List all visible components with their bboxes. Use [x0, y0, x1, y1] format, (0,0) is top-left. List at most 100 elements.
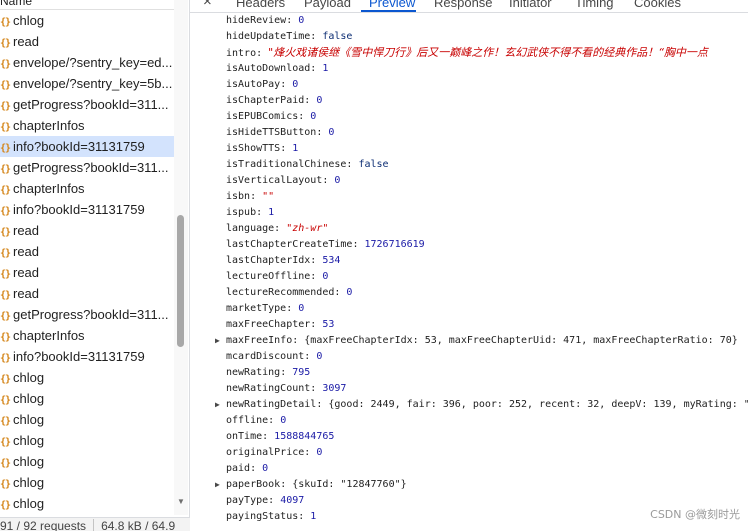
property-row-onTime: onTime: 1588844765 [190, 429, 748, 445]
request-row[interactable]: {} chapterInfos [0, 115, 174, 136]
request-row[interactable]: {} chapterInfos [0, 178, 174, 199]
request-row[interactable]: {} read [0, 283, 174, 304]
request-row[interactable]: {} getProgress?bookId=311... [0, 94, 174, 115]
property-value: "烽火戏诸侯继《雪中悍刀行》后又一巅峰之作！玄幻武侠不得不看的经典作品！“胸中一… [268, 46, 708, 59]
request-row[interactable]: {} getProgress?bookId=311... [0, 304, 174, 325]
request-row[interactable]: {} chlog [0, 409, 174, 430]
tab-preview[interactable]: Preview [369, 0, 415, 10]
key-value-separator: : [256, 48, 269, 59]
property-row-offline: offline: 0 [190, 413, 748, 429]
property-key: ispub [226, 207, 257, 218]
request-name: envelope/?sentry_key=ed... [13, 55, 173, 70]
property-row-paperBook[interactable]: ▶ paperBook: {skuId: "12847760"} [190, 477, 748, 493]
request-row[interactable]: {} envelope/?sentry_key=5b... [0, 73, 174, 94]
key-value-separator: : [316, 127, 329, 138]
close-icon[interactable]: × [203, 0, 212, 10]
property-row-language: language: "zh-wr" [190, 221, 748, 237]
property-key: hideUpdateTime [226, 31, 311, 42]
json-brace-icon: {} [0, 17, 11, 28]
request-row[interactable]: {} read [0, 241, 174, 262]
property-key: isShowTTS [226, 143, 281, 154]
request-list-scrollbar[interactable]: ▼ [174, 0, 188, 515]
request-row[interactable]: {} read [0, 262, 174, 283]
property-value: 0 [316, 95, 323, 106]
request-row[interactable]: {} info?bookId=31131759 [0, 199, 174, 220]
property-row-paid: paid: 0 [190, 461, 748, 477]
key-value-separator: : [274, 223, 287, 234]
property-key: isAutoDownload [226, 63, 311, 74]
request-row[interactable]: {} chlog [0, 493, 174, 514]
request-row[interactable]: {} info?bookId=31131759 [0, 346, 174, 367]
json-brace-icon: {} [0, 437, 11, 448]
request-row[interactable]: {} chlog [0, 388, 174, 409]
property-key: isTraditionalChinese [226, 159, 347, 170]
key-value-separator: : [286, 303, 299, 314]
request-row[interactable]: {} chapterInfos [0, 325, 174, 346]
property-key: isEPUBComics [226, 111, 299, 122]
json-brace-icon: {} [0, 185, 11, 196]
tab-payload[interactable]: Payload [304, 0, 351, 10]
key-value-separator: : [268, 495, 281, 506]
request-row[interactable]: {} chlog [0, 472, 174, 493]
property-key: maxFreeChapter [226, 319, 311, 330]
request-name: getProgress?bookId=311... [13, 97, 169, 112]
property-value: 1 [268, 207, 275, 218]
expand-arrow-icon[interactable]: ▶ [215, 397, 220, 413]
tab-initiator[interactable]: Initiator [509, 0, 552, 10]
json-brace-icon: {} [0, 206, 11, 217]
name-column-header[interactable]: Name [0, 0, 176, 10]
key-value-separator: : [322, 175, 335, 186]
property-value: 0 [316, 351, 323, 362]
scrollbar-thumb[interactable] [177, 215, 184, 347]
request-row[interactable]: {} read [0, 220, 174, 241]
key-value-separator: : [262, 431, 275, 442]
property-value: 795 [292, 367, 311, 378]
preview-property-list: hideReview: 0 hideUpdateTime: false intro:… [190, 13, 748, 525]
request-row[interactable]: {} info?bookId=31131759 [0, 136, 174, 157]
key-value-separator: : [280, 79, 293, 90]
request-list: {} chlog{} read{} envelope/?sentry_key=ed..… [0, 10, 174, 514]
tab-cookies[interactable]: Cookies [634, 0, 681, 10]
property-key: lectureRecommended [226, 287, 335, 298]
request-row[interactable]: {} chlog [0, 10, 174, 31]
property-key: lastChapterIdx [226, 255, 311, 266]
property-key: isbn [226, 191, 251, 202]
expand-arrow-icon[interactable]: ▶ [215, 477, 220, 493]
property-row-isAutoDownload: isAutoDownload: 1 [190, 61, 748, 77]
tab-timing[interactable]: Timing [575, 0, 614, 10]
request-name: chlog [13, 370, 45, 385]
property-value: 1 [310, 511, 317, 522]
json-brace-icon: {} [0, 458, 11, 469]
tab-headers[interactable]: Headers [236, 0, 285, 10]
property-value: {skuId: "12847760"} [292, 479, 407, 490]
property-value: 0 [310, 111, 317, 122]
scroll-down-arrow-icon[interactable]: ▼ [177, 497, 185, 506]
property-row-ispub: ispub: 1 [190, 205, 748, 221]
property-row-hideUpdateTime: hideUpdateTime: false [190, 29, 748, 45]
request-row[interactable]: {} chlog [0, 451, 174, 472]
request-name: info?bookId=31131759 [13, 202, 145, 217]
json-brace-icon: {} [0, 38, 11, 49]
request-row[interactable]: {} chlog [0, 430, 174, 451]
property-key: payingStatus [226, 511, 299, 522]
json-brace-icon: {} [0, 353, 11, 364]
key-value-separator: : [298, 111, 311, 122]
request-row[interactable]: {} getProgress?bookId=311... [0, 157, 174, 178]
request-row[interactable]: {} chlog [0, 367, 174, 388]
request-name: chapterInfos [13, 328, 85, 343]
expand-arrow-icon[interactable]: ▶ [215, 333, 220, 349]
json-brace-icon: {} [0, 101, 11, 112]
property-key: intro [226, 48, 257, 59]
json-brace-icon: {} [0, 479, 11, 490]
request-row[interactable]: {} read [0, 31, 174, 52]
property-key: isHideTTSButton [226, 127, 317, 138]
property-row-intro: intro: "烽火戏诸侯继《雪中悍刀行》后又一巅峰之作！玄幻武侠不得不看的经典… [190, 45, 748, 61]
property-value: 1588844765 [274, 431, 335, 442]
tab-response[interactable]: Response [434, 0, 493, 10]
request-row[interactable]: {} envelope/?sentry_key=ed... [0, 52, 174, 73]
json-brace-icon: {} [0, 164, 11, 175]
key-value-separator: : [304, 447, 317, 458]
property-row-newRatingDetail[interactable]: ▶ newRatingDetail: {good: 2449, fair: 396… [190, 397, 748, 413]
request-name: getProgress?bookId=311... [13, 160, 169, 175]
property-row-maxFreeInfo[interactable]: ▶ maxFreeInfo: {maxFreeChapterIdx: 53, ma… [190, 333, 748, 349]
